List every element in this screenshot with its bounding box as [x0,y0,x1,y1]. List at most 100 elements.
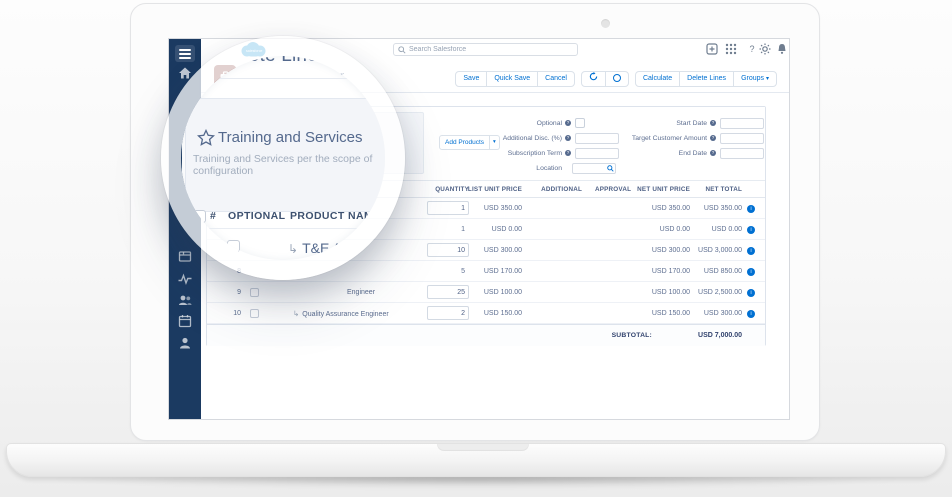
magnifier-lens: Quote Line Editor Training and Services … [161,36,405,280]
quote-line-editor-app-icon [191,56,215,68]
column-header-optional: OPTIONAL [228,210,285,222]
page-title: Quote Line Editor [223,56,374,67]
row-optional-checkbox[interactable] [250,309,259,318]
sync-button[interactable] [605,71,629,87]
app-launcher-icon[interactable] [725,43,737,55]
subtotal-label: SUBTOTAL: [567,325,652,347]
groups-menu-button[interactable]: Groups ▾ [733,71,777,87]
group-name: Training and Services [218,129,363,146]
column-header-net-total: NET TOTAL [672,181,742,198]
info-icon[interactable]: i [747,268,755,276]
list-unit-price: USD 150.00 [452,303,522,324]
field-label: Target Customer Amount [597,135,707,142]
optional-checkbox[interactable] [575,118,585,128]
info-icon[interactable]: ? [565,120,571,126]
cancel-button[interactable]: Cancel [537,71,575,87]
info-icon[interactable]: ? [710,135,716,141]
end-date-input[interactable] [720,148,764,159]
list-unit-price: USD 300.00 [452,240,522,261]
laptop-camera-dot [601,19,610,28]
info-icon[interactable]: ? [565,150,571,156]
global-search [393,43,578,56]
header-actions: Save Quick Save Cancel Calculate Delete … [455,71,777,87]
net-total: USD 3,000.00 [672,240,742,261]
column-header-list-unit-price: LIST UNIT PRICE [452,181,522,198]
search-input[interactable] [409,46,573,53]
row-number: 5 [203,239,215,254]
table-row: 10 ↳Quality Assurance Engineer USD 150.0… [207,303,765,324]
net-total: USD 300.00 [672,303,742,324]
calculate-button[interactable]: Calculate [635,71,680,87]
add-box-icon[interactable] [706,43,718,55]
table-row: 9 Engineer USD 100.00 USD 100.00 USD 2,5… [207,282,765,303]
sub-item-arrow-icon: ↳ [293,309,299,318]
page-background: salesforce ? Quote Line Editor Save Qui [0,0,952,497]
groups-menu-label: Groups [741,75,764,82]
list-unit-price: USD 100.00 [452,282,522,303]
product-name[interactable]: ↳Quality Assurance Engineer [293,303,425,325]
group-description: Training and Services per the scope of c… [193,153,385,177]
column-header-number: # [210,210,216,222]
group-info-card: Training and Services Training and Servi… [185,98,385,212]
setup-gear-icon[interactable] [759,43,771,55]
column-header-product-name: PRODUCT NAME [290,210,381,222]
row-optional-checkbox [227,240,240,253]
info-icon[interactable]: ? [710,120,716,126]
net-total: USD 0.00 [672,219,742,240]
sync-circle-icon [613,74,621,82]
field-label: Additional Disc. (%) [452,135,562,142]
divider [182,78,385,79]
save-button[interactable]: Save [455,71,487,87]
laptop-base [6,443,946,477]
chevron-down-icon: ▾ [766,76,769,82]
select-all-checkbox [193,210,206,223]
calendar-icon[interactable] [178,314,192,328]
field-start-date: Start Date ? [597,116,764,130]
analytics-pulse-icon[interactable] [178,272,192,286]
groups-people-icon[interactable] [178,293,192,307]
row-optional-checkbox[interactable] [250,288,259,297]
field-target-customer-amount: Target Customer Amount ? [597,131,764,145]
info-icon[interactable]: i [747,205,755,213]
info-icon[interactable]: i [747,247,755,255]
lookup-search-icon[interactable] [607,165,614,172]
user-icon[interactable] [178,336,192,350]
field-label: Optional [452,120,562,127]
field-label: End Date [597,150,707,157]
magnified-sidebar [181,56,182,260]
product-name: ↳T&E Admin [288,240,372,256]
net-total: USD 350.00 [672,198,742,219]
field-location: Location [452,161,616,175]
field-optional: Optional ? [452,116,585,130]
start-date-input[interactable] [720,118,764,129]
subtotal-value: USD 7,000.00 [662,325,742,347]
star-icon [197,129,215,147]
field-subscription-term: Subscription Term ? [452,146,619,160]
list-unit-price: USD 350.00 [452,198,522,219]
field-end-date: End Date ? [597,146,764,160]
refresh-button[interactable] [581,71,606,87]
divider [182,228,385,229]
sub-item-arrow-icon: ↳ [288,242,298,256]
net-total: USD 2,500.00 [672,282,742,303]
row-number: 10 [221,303,241,324]
info-icon[interactable]: i [747,226,755,234]
delete-lines-button[interactable]: Delete Lines [679,71,734,87]
list-unit-price: USD 170.00 [452,261,522,282]
notifications-bell-icon[interactable] [776,43,788,55]
field-additional-disc: Additional Disc. (%) ? [452,131,619,145]
laptop-base-notch [437,444,529,451]
info-icon[interactable]: ? [710,150,716,156]
info-icon[interactable]: i [747,289,755,297]
info-icon[interactable]: i [747,310,755,318]
net-total: USD 850.00 [672,261,742,282]
subtotal-row: SUBTOTAL: USD 7,000.00 [207,324,765,346]
quick-save-button[interactable]: Quick Save [486,71,538,87]
help-icon[interactable]: ? [746,43,758,55]
field-label: Subscription Term [452,150,562,157]
row-number: 9 [221,282,241,303]
magnifier-lens-view: Quote Line Editor Training and Services … [181,56,385,260]
info-icon[interactable]: ? [565,135,571,141]
target-customer-amount-input[interactable] [720,133,764,144]
search-icon [398,46,406,54]
